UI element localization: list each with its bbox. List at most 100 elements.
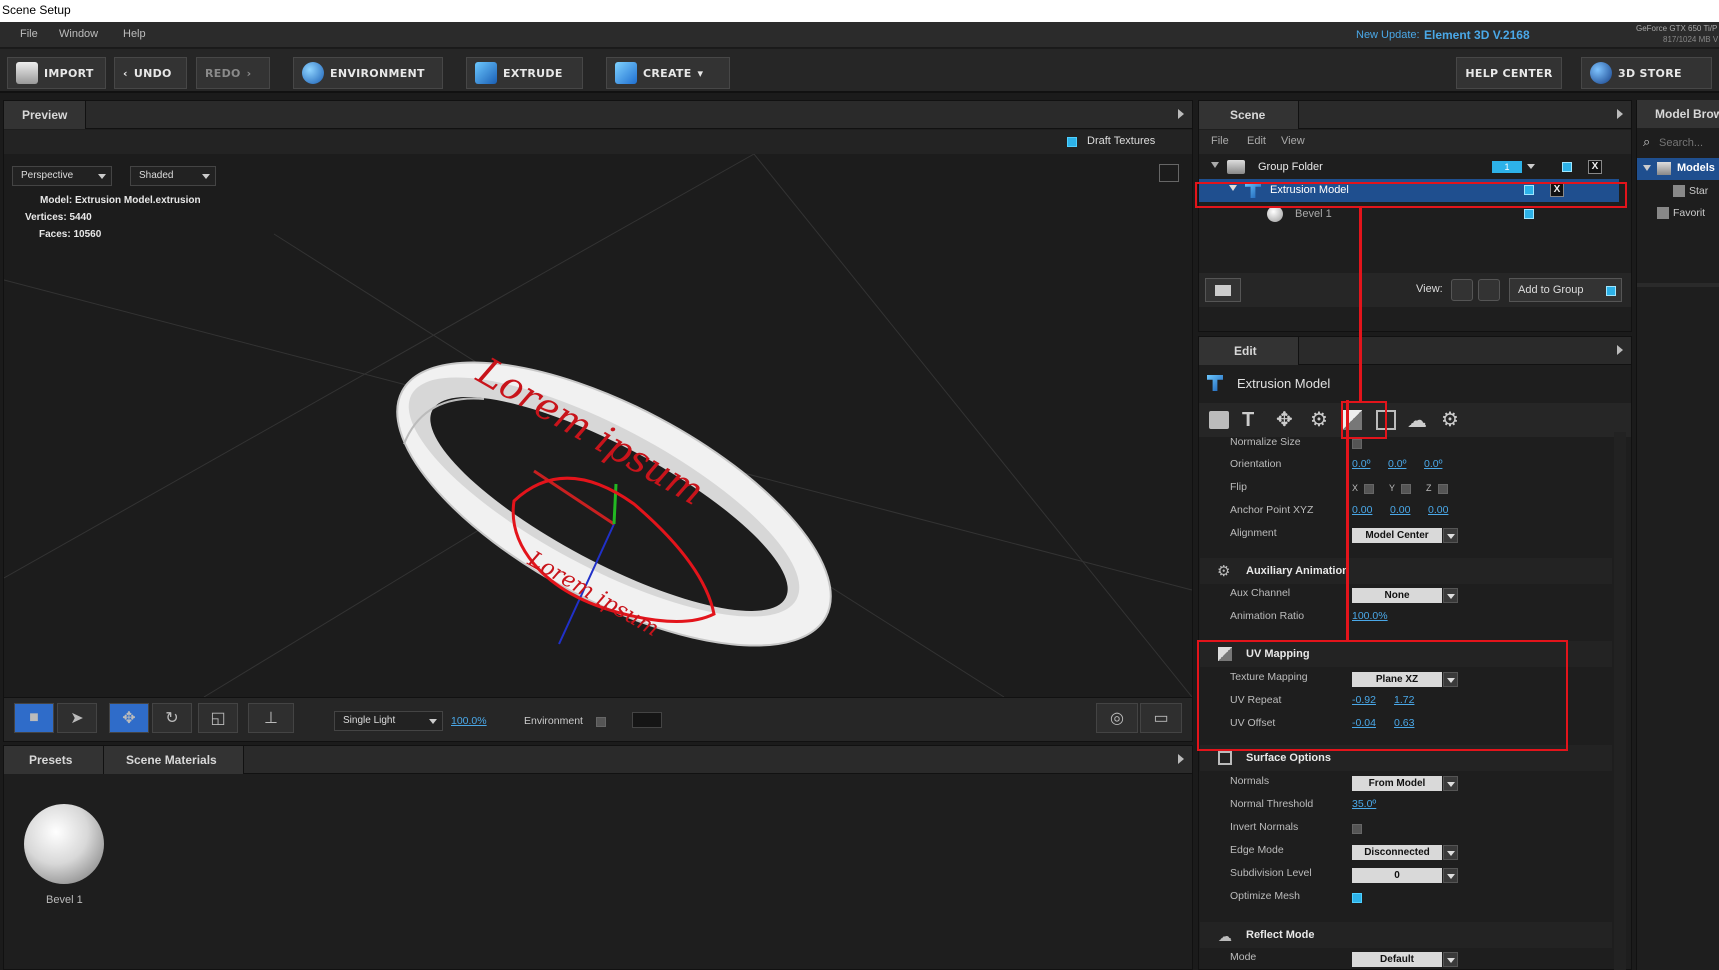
target-button[interactable]: ◎ — [1096, 703, 1138, 733]
invert-normals-checkbox[interactable] — [1352, 824, 1362, 834]
display-icon[interactable]: ☁ — [1407, 408, 1427, 433]
chevron-down-icon[interactable] — [1443, 868, 1458, 883]
redo-button[interactable]: REDO › — [196, 57, 270, 89]
tab-presets[interactable]: Presets — [4, 746, 104, 774]
panel-collapse-icon[interactable] — [1178, 109, 1184, 119]
view-sphere-button[interactable] — [1451, 279, 1473, 301]
edge-mode-select[interactable]: Disconnected — [1352, 845, 1442, 860]
create-button[interactable]: CREATE ▾ — [606, 57, 730, 89]
anchor-z-value[interactable]: 0.00 — [1428, 504, 1448, 516]
browser-item-favorites[interactable]: Favorit — [1657, 204, 1719, 224]
reflect-mode-select[interactable]: Default — [1352, 952, 1442, 967]
add-to-group-button[interactable]: Add to Group — [1509, 278, 1622, 302]
environment-checkbox[interactable] — [596, 717, 606, 727]
animation-ratio-value[interactable]: 100.0% — [1352, 610, 1388, 622]
title-bar: Scene Setup — [0, 0, 1719, 22]
help-center-button[interactable]: HELP CENTER — [1456, 57, 1562, 89]
scene-menu-edit[interactable]: Edit — [1247, 135, 1266, 147]
panel-collapse-icon[interactable] — [1617, 109, 1623, 119]
lighting-select[interactable]: Single Light — [334, 711, 443, 731]
extrude-button[interactable]: EXTRUDE — [466, 57, 583, 89]
menu-bar: File Window Help New Update: Element 3D … — [0, 22, 1719, 48]
chevron-down-icon[interactable] — [1443, 845, 1458, 860]
chevron-down-icon[interactable] — [1527, 164, 1535, 169]
settings-icon[interactable]: ⚙ — [1441, 407, 1459, 432]
reflect-mode-section[interactable]: Reflect Mode — [1200, 922, 1612, 948]
view-cube-button[interactable] — [1478, 279, 1500, 301]
move-icon[interactable]: ✥ — [1276, 407, 1293, 432]
tab-scene-materials[interactable]: Scene Materials — [104, 746, 244, 774]
expand-icon[interactable] — [1643, 165, 1651, 171]
undo-button[interactable]: ‹ UNDO — [114, 57, 187, 89]
tab-model-browser[interactable]: Model Brow — [1637, 100, 1719, 128]
visibility-toggle[interactable] — [1524, 209, 1534, 219]
scene-menu-view[interactable]: View — [1281, 135, 1305, 147]
tab-edit[interactable]: Edit — [1199, 337, 1299, 365]
alignment-select[interactable]: Model Center — [1352, 528, 1442, 543]
panel-collapse-icon[interactable] — [1178, 754, 1184, 764]
normals-select[interactable]: From Model — [1352, 776, 1442, 791]
anchor-y-value[interactable]: 0.00 — [1390, 504, 1410, 516]
scene-menu-file[interactable]: File — [1211, 135, 1229, 147]
scene-item-group-folder[interactable]: Group Folder 1 X — [1199, 155, 1619, 179]
store-button[interactable]: 3D STORE — [1581, 57, 1712, 89]
search-input[interactable] — [1659, 134, 1719, 152]
zoom-value[interactable]: 100.0% — [451, 715, 487, 727]
flip-x-checkbox[interactable] — [1364, 484, 1374, 494]
add-to-group-checkbox[interactable] — [1606, 286, 1616, 296]
update-version[interactable]: Element 3D V.2168 — [1424, 28, 1530, 42]
gears-icon[interactable]: ⚙ — [1310, 407, 1328, 432]
subdivision-select[interactable]: 0 — [1352, 868, 1442, 883]
browser-item-models[interactable]: Models — [1637, 158, 1719, 180]
normal-threshold-label: Normal Threshold — [1230, 798, 1314, 810]
material-ball-bevel[interactable] — [24, 804, 104, 884]
group-count-badge[interactable]: 1 — [1492, 161, 1522, 173]
menu-help[interactable]: Help — [123, 28, 146, 40]
select-tool-button[interactable]: ➤ — [57, 703, 97, 733]
layers-icon[interactable] — [1209, 411, 1229, 429]
browser-item-star[interactable]: Star — [1673, 182, 1719, 202]
display-button[interactable]: ▭ — [1140, 703, 1182, 733]
extrude-tool-icon[interactable]: T — [1242, 409, 1254, 432]
orientation-label: Orientation — [1230, 458, 1282, 470]
expand-icon[interactable] — [1211, 162, 1219, 168]
delete-button[interactable]: X — [1588, 160, 1602, 174]
move-tool-button[interactable]: ✥ — [109, 703, 149, 733]
orientation-z-value[interactable]: 0.0º — [1424, 458, 1442, 470]
orientation-y-value[interactable]: 0.0º — [1388, 458, 1406, 470]
camera-mode-select[interactable]: Perspective — [12, 166, 112, 186]
panel-collapse-icon[interactable] — [1617, 345, 1623, 355]
browser-search[interactable]: ⌕ — [1643, 134, 1719, 152]
axis-tool-button[interactable]: ⊥ — [248, 703, 294, 733]
edit-scrollbar[interactable] — [1614, 432, 1626, 970]
environment-color-swatch[interactable] — [632, 712, 662, 728]
menu-window[interactable]: Window — [59, 28, 98, 40]
rotate-tool-button[interactable]: ↻ — [152, 703, 192, 733]
chevron-down-icon[interactable] — [1443, 952, 1458, 967]
optimize-mesh-checkbox[interactable] — [1352, 893, 1362, 903]
anchor-x-value[interactable]: 0.00 — [1352, 504, 1372, 516]
flip-y-checkbox[interactable] — [1401, 484, 1411, 494]
maximize-icon[interactable] — [1159, 164, 1179, 182]
shading-select[interactable]: Shaded — [130, 166, 216, 186]
aux-channel-select[interactable]: None — [1352, 588, 1442, 603]
tab-preview[interactable]: Preview — [4, 101, 87, 129]
aux-animation-section[interactable]: Auxiliary Animation — [1200, 558, 1612, 584]
chevron-down-icon[interactable] — [1443, 588, 1458, 603]
menu-file[interactable]: File — [20, 28, 38, 40]
import-button[interactable]: IMPORT — [7, 57, 106, 89]
viewport[interactable]: Lorem ipsum Lorem ipsum Perspective Shad… — [4, 154, 1192, 697]
chevron-down-icon[interactable] — [1443, 776, 1458, 791]
chevron-down-icon[interactable] — [1443, 528, 1458, 543]
new-folder-button[interactable] — [1205, 278, 1241, 302]
orientation-x-value[interactable]: 0.0º — [1352, 458, 1370, 470]
visibility-toggle[interactable] — [1562, 162, 1572, 172]
camera-tool-button[interactable]: ■ — [14, 703, 54, 733]
normal-threshold-value[interactable]: 35.0º — [1352, 798, 1376, 810]
normalize-size-checkbox[interactable] — [1352, 439, 1362, 449]
flip-z-checkbox[interactable] — [1438, 484, 1448, 494]
environment-button[interactable]: ENVIRONMENT — [293, 57, 443, 89]
draft-textures-checkbox[interactable] — [1067, 137, 1077, 147]
tab-scene[interactable]: Scene — [1199, 101, 1299, 129]
scale-tool-button[interactable]: ◱ — [198, 703, 238, 733]
